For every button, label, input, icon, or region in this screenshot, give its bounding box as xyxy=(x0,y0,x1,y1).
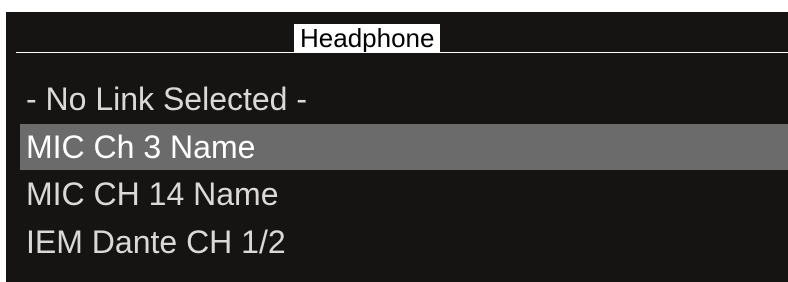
header-divider xyxy=(16,52,788,53)
list-item-mic-ch-3[interactable]: MIC Ch 3 Name xyxy=(20,124,788,170)
device-display: Headphone - No Link Selected - MIC Ch 3 … xyxy=(6,12,788,282)
list-item-no-link[interactable]: - No Link Selected - xyxy=(20,76,788,122)
menu-header: Headphone xyxy=(6,12,788,53)
list-item-mic-ch-14[interactable]: MIC CH 14 Name xyxy=(20,171,788,217)
menu-title: Headphone xyxy=(294,24,441,53)
list-item-iem-dante-ch-1-2[interactable]: IEM Dante CH 1/2 xyxy=(20,219,788,265)
